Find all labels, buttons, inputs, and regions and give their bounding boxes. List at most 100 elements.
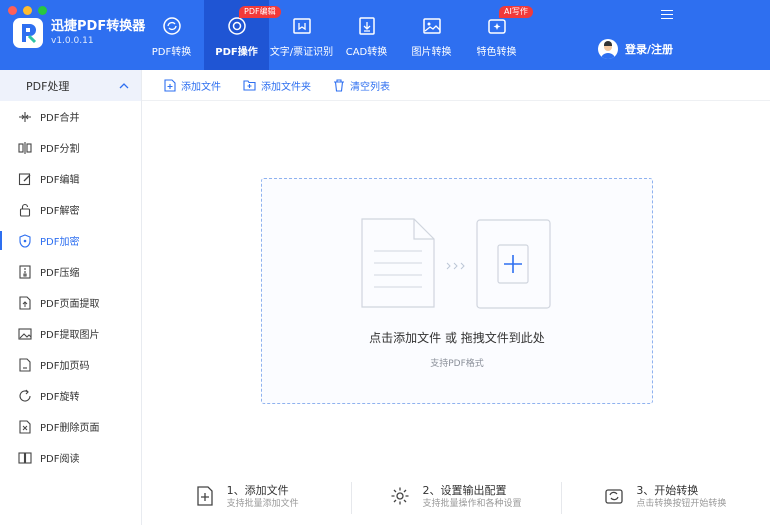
sidebar: PDF处理 PDF合并 PDF分割 PDF编辑 PDF解密 PDF加密 PDF压… — [0, 70, 142, 525]
document-icon — [361, 218, 435, 308]
convert-icon — [605, 489, 623, 504]
cad-download-icon — [358, 17, 375, 35]
add-file-icon — [164, 78, 176, 92]
hamburger-menu-icon[interactable] — [661, 10, 673, 20]
title-bar: 迅捷PDF转换器 v1.0.0.11 PDF转换 PDF编辑 PDF操作 文字/… — [0, 0, 770, 70]
maximize-window-button[interactable] — [38, 6, 47, 15]
main-nav: PDF转换 PDF编辑 PDF操作 文字/票证识别 CAD转换 图片转换 AI写… — [139, 0, 533, 70]
add-folder-icon — [243, 80, 256, 91]
step-title: 2、设置输出配置 — [422, 484, 507, 497]
window-controls — [8, 6, 47, 15]
minimize-window-button[interactable] — [23, 6, 32, 15]
drop-illustration — [361, 218, 551, 309]
add-file-icon — [197, 486, 213, 506]
sidebar-item-edit[interactable]: PDF编辑 — [0, 163, 141, 194]
sidebar-item-delete-page[interactable]: PDF删除页面 — [0, 411, 141, 442]
scan-frame-icon — [292, 18, 311, 34]
sidebar-header[interactable]: PDF处理 — [0, 70, 141, 101]
sidebar-item-extract-image[interactable]: PDF提取图片 — [0, 318, 141, 349]
sidebar-item-label: PDF分割 — [40, 144, 80, 155]
step-desc: 支持批量添加文件 — [226, 499, 299, 509]
sidebar-item-label: PDF页面提取 — [40, 299, 100, 310]
step-start-convert: 3、开始转换 点击转换按钮开始转换 — [560, 470, 770, 525]
sidebar-item-label: PDF编辑 — [40, 175, 80, 186]
add-box-icon — [476, 219, 551, 309]
ai-writing-badge: AI写作 — [499, 6, 533, 18]
sidebar-item-encrypt[interactable]: PDF加密 — [0, 225, 141, 256]
tab-label: 文字/票证识别 — [269, 47, 334, 58]
step-add-file: 1、添加文件 支持批量添加文件 — [142, 470, 351, 525]
arrows-icon — [446, 262, 465, 270]
clear-list-button[interactable]: 清空列表 — [333, 78, 390, 93]
sidebar-item-label: PDF提取图片 — [40, 330, 100, 341]
sidebar-item-label: PDF删除页面 — [40, 423, 100, 434]
split-icon — [18, 141, 32, 154]
app-logo-icon — [13, 18, 43, 48]
sidebar-item-label: PDF加页码 — [40, 361, 90, 372]
page-extract-icon — [19, 295, 31, 310]
tab-pdf-operations[interactable]: PDF编辑 PDF操作 — [204, 0, 281, 70]
tab-ocr[interactable]: 文字/票证识别 — [269, 0, 334, 70]
tab-cad-convert[interactable]: CAD转换 — [334, 0, 399, 70]
refresh-chat-icon — [162, 17, 181, 35]
rotate-icon — [19, 389, 31, 401]
tab-special-convert[interactable]: AI写作 特色转换 — [464, 0, 533, 70]
sidebar-item-page-extract[interactable]: PDF页面提取 — [0, 287, 141, 318]
add-file-button[interactable]: 添加文件 — [164, 78, 221, 93]
sidebar-item-read[interactable]: PDF阅读 — [0, 442, 141, 473]
tab-image-convert[interactable]: 图片转换 — [399, 0, 464, 70]
steps-bar: 1、添加文件 支持批量添加文件 2、设置输出配置 支持批量操作和各种设置 3、开… — [142, 470, 770, 525]
drop-zone-title: 点击添加文件 或 拖拽文件到此处 — [369, 331, 545, 345]
sidebar-item-label: PDF合并 — [40, 113, 80, 124]
sidebar-item-label: PDF解密 — [40, 206, 80, 217]
step-desc: 支持批量操作和各种设置 — [422, 499, 522, 509]
sidebar-item-merge[interactable]: PDF合并 — [0, 101, 141, 132]
login-label: 登录/注册 — [625, 43, 674, 56]
unlock-icon — [19, 203, 31, 217]
add-folder-button[interactable]: 添加文件夹 — [243, 78, 311, 93]
image-extract-icon — [18, 327, 32, 340]
settings-gear-icon — [391, 487, 409, 505]
close-window-button[interactable] — [8, 6, 17, 15]
tab-label: PDF操作 — [215, 47, 258, 58]
trash-icon — [334, 78, 344, 92]
step-output-settings: 2、设置输出配置 支持批量操作和各种设置 — [351, 470, 560, 525]
drop-zone-subtitle: 支持PDF格式 — [430, 359, 484, 369]
sidebar-item-rotate[interactable]: PDF旋转 — [0, 380, 141, 411]
app-brand: 迅捷PDF转换器 v1.0.0.11 — [13, 18, 145, 48]
gear-target-icon — [227, 17, 246, 35]
clear-list-label: 清空列表 — [350, 81, 390, 93]
app-name: 迅捷PDF转换器 — [51, 19, 146, 34]
book-icon — [18, 451, 32, 464]
shield-icon — [19, 233, 31, 248]
app-version: v1.0.0.11 — [51, 36, 94, 46]
merge-icon — [19, 111, 31, 122]
sidebar-item-label: PDF压缩 — [40, 268, 80, 279]
step-desc: 点击转换按钮开始转换 — [636, 499, 727, 509]
add-folder-label: 添加文件夹 — [261, 81, 311, 93]
page-number-icon — [19, 357, 31, 372]
sidebar-item-label: PDF阅读 — [40, 454, 80, 465]
tab-label: 特色转换 — [476, 47, 517, 58]
step-title: 3、开始转换 — [636, 484, 699, 497]
tab-label: PDF转换 — [151, 47, 192, 58]
avatar — [598, 39, 618, 59]
sidebar-item-compress[interactable]: PDF压缩 — [0, 256, 141, 287]
add-file-label: 添加文件 — [181, 81, 221, 93]
image-icon — [422, 18, 441, 34]
tab-label: 图片转换 — [411, 47, 452, 58]
edit-icon — [18, 172, 31, 185]
sidebar-item-split[interactable]: PDF分割 — [0, 132, 141, 163]
sidebar-header-label: PDF处理 — [26, 79, 70, 93]
sidebar-item-label: PDF旋转 — [40, 392, 80, 403]
login-button[interactable]: 登录/注册 — [598, 39, 673, 59]
chevron-up-icon — [119, 82, 129, 88]
sidebar-item-decrypt[interactable]: PDF解密 — [0, 194, 141, 225]
file-toolbar: 添加文件 添加文件夹 清空列表 — [142, 70, 770, 101]
tab-pdf-convert[interactable]: PDF转换 — [139, 0, 204, 70]
sidebar-item-page-number[interactable]: PDF加页码 — [0, 349, 141, 380]
file-drop-zone[interactable]: 点击添加文件 或 拖拽文件到此处 支持PDF格式 — [261, 178, 653, 404]
sidebar-item-label: PDF加密 — [40, 237, 80, 248]
step-title: 1、添加文件 — [226, 484, 289, 497]
delete-page-icon — [19, 419, 31, 434]
